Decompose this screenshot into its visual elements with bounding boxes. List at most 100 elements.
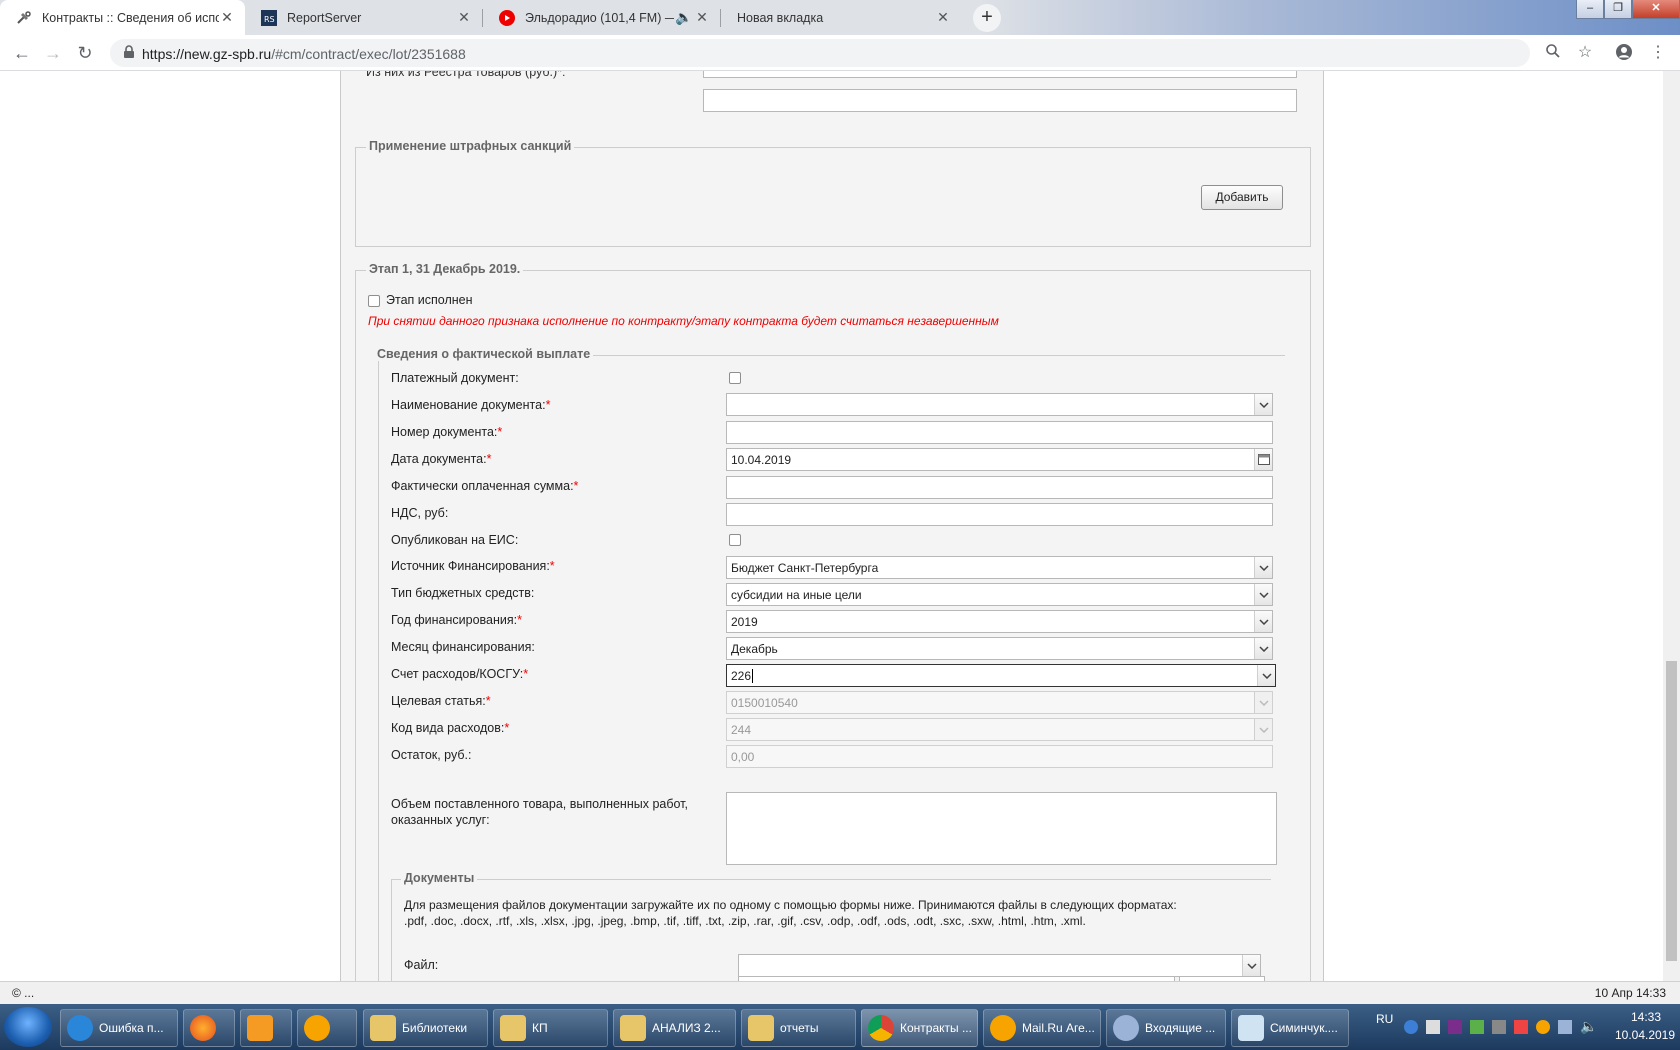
windows-start-icon[interactable] bbox=[4, 1007, 52, 1047]
taskbar-item-inbox[interactable]: Входящие ... bbox=[1106, 1009, 1226, 1047]
taskbar-item-siminchuk[interactable]: Симинчук.... bbox=[1231, 1009, 1349, 1047]
expense-code-label: Код вида расходов:* bbox=[391, 721, 509, 735]
extra-input[interactable] bbox=[703, 89, 1297, 112]
taskbar-item-kp[interactable]: КП bbox=[493, 1009, 608, 1047]
fin-year-select[interactable]: 2019 bbox=[726, 610, 1273, 633]
chevron-down-icon[interactable] bbox=[1242, 955, 1260, 976]
volume-icon[interactable]: 🔈 bbox=[1580, 1018, 1597, 1035]
calendar-icon[interactable] bbox=[1254, 449, 1272, 470]
taskbar-item-mailru[interactable]: Mail.Ru Аге... bbox=[983, 1009, 1101, 1047]
browser-status-bar: © ... 10 Апр 14:33 bbox=[0, 981, 1680, 1004]
window-close-button[interactable]: ✕ bbox=[1632, 0, 1680, 19]
taskbar-item-firefox[interactable] bbox=[183, 1009, 235, 1047]
kosgu-value: 226 bbox=[731, 669, 752, 683]
tab-title: ReportServer bbox=[287, 10, 362, 25]
registry-goods-input[interactable] bbox=[703, 71, 1297, 78]
taskbar-item-label: КП bbox=[532, 1021, 548, 1035]
required-marker: * bbox=[497, 425, 503, 439]
fin-month-select[interactable]: Декабрь bbox=[726, 637, 1273, 660]
tab-eldoradio[interactable]: Эльдорадио (101,4 FM) — с 🔈 ✕ bbox=[483, 0, 720, 35]
speaker-icon[interactable]: 🔈 bbox=[674, 9, 694, 26]
close-icon[interactable]: ✕ bbox=[456, 9, 472, 26]
chevron-down-icon[interactable] bbox=[1257, 665, 1275, 686]
shield-icon[interactable] bbox=[1470, 1020, 1484, 1034]
chevron-down-icon[interactable] bbox=[1254, 638, 1272, 659]
onenote-icon[interactable] bbox=[1448, 1020, 1462, 1034]
doc-date-value: 10.04.2019 bbox=[731, 453, 792, 467]
tray-app-icon[interactable] bbox=[1426, 1020, 1440, 1034]
folder-icon bbox=[748, 1015, 774, 1041]
close-icon[interactable]: ✕ bbox=[694, 9, 710, 26]
file-select[interactable] bbox=[738, 954, 1261, 977]
url-path: /#cm/contract/exec/lot/2351688 bbox=[271, 46, 466, 62]
balance-input: 0,00 bbox=[726, 745, 1273, 768]
taskbar-item-ie[interactable]: Ошибка п... bbox=[60, 1009, 178, 1047]
chevron-down-icon[interactable] bbox=[1254, 611, 1272, 632]
documents-info-line1: Для размещения файлов документации загру… bbox=[404, 898, 1177, 912]
add-penalty-button[interactable]: Добавить bbox=[1201, 185, 1283, 210]
back-arrow-icon[interactable]: ← bbox=[10, 41, 34, 65]
reload-icon[interactable]: ↻ bbox=[73, 41, 97, 65]
close-icon[interactable]: ✕ bbox=[219, 9, 235, 26]
paid-sum-input[interactable] bbox=[726, 476, 1273, 499]
forward-arrow-icon[interactable]: → bbox=[41, 41, 65, 65]
vat-input[interactable] bbox=[726, 503, 1273, 526]
browser-tab-strip: Контракты :: Сведения об испол ✕ RS Repo… bbox=[0, 0, 1680, 35]
stage-executed-checkbox[interactable] bbox=[368, 295, 380, 307]
volume-textarea[interactable] bbox=[726, 792, 1277, 865]
window-background bbox=[980, 0, 1680, 35]
taskbar-item-mailru-agent[interactable] bbox=[297, 1009, 357, 1047]
youtube-icon bbox=[499, 9, 515, 26]
folder-icon bbox=[620, 1015, 646, 1041]
mailru-tray-icon[interactable] bbox=[1536, 1020, 1550, 1034]
language-indicator[interactable]: RU bbox=[1376, 1012, 1393, 1026]
scrollbar-thumb[interactable] bbox=[1666, 661, 1677, 961]
close-icon[interactable]: ✕ bbox=[935, 9, 951, 26]
taskbar-item-libraries[interactable]: Библиотеки bbox=[363, 1009, 488, 1047]
ie-icon bbox=[67, 1015, 93, 1041]
tab-contracts[interactable]: Контракты :: Сведения об испол ✕ bbox=[0, 0, 245, 35]
flag-icon[interactable] bbox=[1514, 1020, 1528, 1034]
fin-month-label: Месяц финансирования: bbox=[391, 640, 535, 654]
taskbar-item-label: Контракты ... bbox=[900, 1021, 972, 1035]
payment-doc-checkbox[interactable] bbox=[729, 372, 741, 384]
taskbar-item-reports[interactable]: отчеты bbox=[741, 1009, 856, 1047]
published-checkbox[interactable] bbox=[729, 534, 741, 546]
zoom-icon[interactable] bbox=[1543, 43, 1563, 63]
page-viewport: Из них из Реестра товаров (руб.)*: Приме… bbox=[0, 71, 1680, 981]
budget-type-select[interactable]: субсидии на иные цели bbox=[726, 583, 1273, 606]
chevron-down-icon[interactable] bbox=[1254, 394, 1272, 415]
status-left-text: © ... bbox=[12, 986, 35, 1000]
file-label: Файл: bbox=[404, 958, 439, 972]
network-tray-icon[interactable] bbox=[1404, 1020, 1418, 1034]
system-tray: RU 🔈 14:33 10.04.2019 bbox=[1370, 1004, 1680, 1050]
maximize-button[interactable]: ❐ bbox=[1604, 0, 1632, 19]
monitor-icon[interactable] bbox=[1558, 1020, 1572, 1034]
kosgu-combobox[interactable]: 226 bbox=[726, 664, 1276, 687]
chevron-down-icon[interactable] bbox=[1254, 584, 1272, 605]
fin-source-select[interactable]: Бюджет Санкт-Петербурга bbox=[726, 556, 1273, 579]
mail-client-icon bbox=[1113, 1015, 1139, 1041]
doc-date-input[interactable]: 10.04.2019 bbox=[726, 448, 1273, 471]
chevron-down-icon[interactable] bbox=[1254, 557, 1272, 578]
taskbar-item-chrome[interactable]: Контракты ... bbox=[861, 1009, 978, 1047]
minimize-button[interactable]: – bbox=[1576, 0, 1604, 19]
doc-name-select[interactable] bbox=[726, 393, 1273, 416]
tray-signal-icon[interactable] bbox=[1492, 1020, 1506, 1034]
media-player-icon bbox=[247, 1015, 273, 1041]
target-article-label-text: Целевая статья: bbox=[391, 694, 486, 708]
taskbar-item-label: Библиотеки bbox=[402, 1021, 468, 1035]
page-scrollbar[interactable] bbox=[1663, 71, 1680, 981]
tab-new[interactable]: Новая вкладка ✕ bbox=[721, 0, 961, 35]
taskbar-item-player[interactable] bbox=[240, 1009, 292, 1047]
profile-icon[interactable] bbox=[1614, 43, 1634, 63]
tab-reportserver[interactable]: RS ReportServer ✕ bbox=[245, 0, 482, 35]
menu-kebab-icon[interactable]: ⋮ bbox=[1648, 43, 1668, 63]
bookmark-star-icon[interactable]: ☆ bbox=[1575, 43, 1595, 63]
fin-source-label: Источник Финансирования:* bbox=[391, 559, 555, 573]
doc-name-label: Наименование документа:* bbox=[391, 398, 550, 412]
address-bar[interactable]: https://new.gz-spb.ru/#cm/contract/exec/… bbox=[110, 39, 1530, 67]
taskbar-item-analysis[interactable]: АНАЛИЗ 2... bbox=[613, 1009, 736, 1047]
new-tab-button[interactable]: + bbox=[973, 4, 1001, 32]
doc-number-input[interactable] bbox=[726, 421, 1273, 444]
